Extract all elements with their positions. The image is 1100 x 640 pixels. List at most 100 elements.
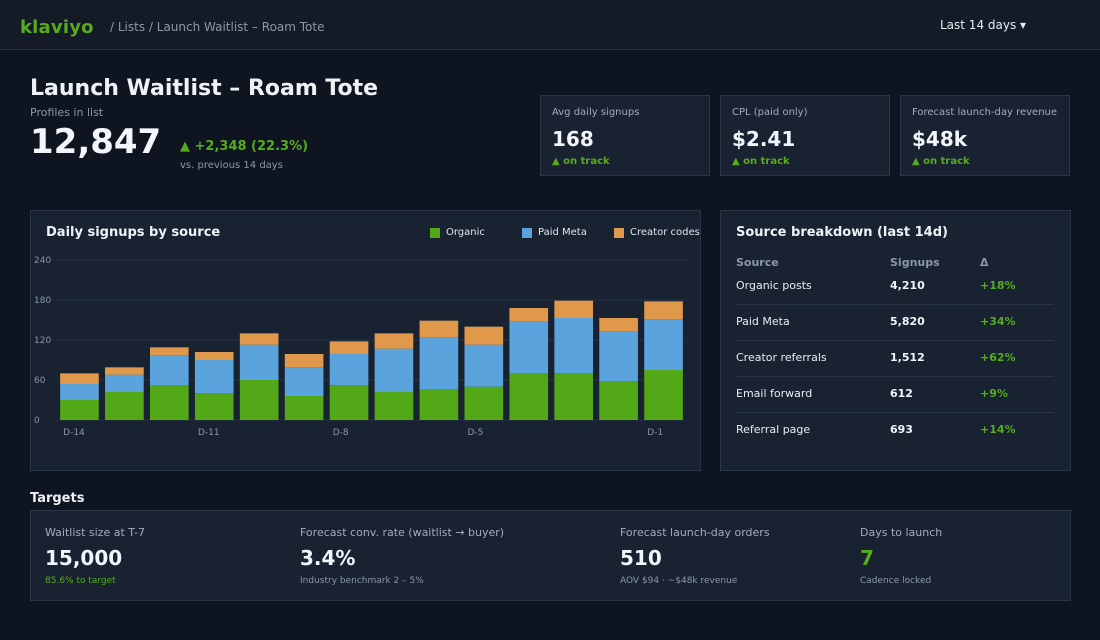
row-delta: +34% bbox=[980, 315, 1016, 328]
target-note: Industry benchmark 2 – 5% bbox=[300, 576, 424, 586]
target-note: Cadence locked bbox=[860, 576, 932, 586]
row-signups: 612 bbox=[890, 387, 913, 400]
target-label: Forecast conv. rate (waitlist → buyer) bbox=[300, 526, 505, 539]
bar-organic bbox=[284, 396, 324, 420]
bar-organic bbox=[329, 385, 369, 420]
bar-paid-meta bbox=[599, 331, 638, 382]
bar-paid-meta bbox=[150, 355, 189, 386]
column-header-source[interactable]: Source bbox=[736, 256, 779, 269]
legend-label-paid-meta: Paid Meta bbox=[538, 227, 587, 238]
kpi-status: ▲ on track bbox=[552, 156, 610, 167]
bar-creator-codes bbox=[150, 347, 189, 356]
breadcrumb[interactable]: / Lists / Launch Waitlist – Roam Tote bbox=[110, 20, 325, 34]
y-tick-label: 0 bbox=[34, 416, 40, 426]
date-range-dropdown[interactable]: Last 14 days ▾ bbox=[940, 18, 1026, 32]
bar-creator-codes bbox=[60, 373, 99, 384]
target-label: Forecast launch-day orders bbox=[620, 526, 770, 539]
page-title: Launch Waitlist – Roam Tote bbox=[30, 76, 379, 101]
row-delta: +62% bbox=[980, 351, 1016, 364]
profiles-count: 12,847 bbox=[30, 122, 162, 162]
profiles-label: Profiles in list bbox=[30, 106, 104, 119]
bar-organic bbox=[239, 380, 279, 420]
row-delta: +14% bbox=[980, 423, 1016, 436]
bar-creator-codes bbox=[284, 354, 324, 368]
profiles-delta: ▲ +2,348 (22.3%) bbox=[180, 139, 309, 154]
bar-organic bbox=[644, 370, 683, 420]
row-delta: +18% bbox=[980, 279, 1016, 292]
target-value: 15,000 bbox=[45, 546, 123, 570]
row-signups: 1,512 bbox=[890, 351, 925, 364]
y-tick-label: 180 bbox=[34, 296, 51, 306]
bar-paid-meta bbox=[509, 321, 549, 374]
row-source: Paid Meta bbox=[736, 315, 790, 328]
bar-creator-codes bbox=[374, 333, 414, 349]
bar-paid-meta bbox=[644, 319, 683, 370]
bar-creator-codes bbox=[194, 352, 234, 360]
bar-creator-codes bbox=[239, 333, 279, 345]
bar-organic bbox=[374, 392, 414, 420]
row-signups: 5,820 bbox=[890, 315, 925, 328]
target-progress-note: 85.6% to target bbox=[45, 576, 116, 586]
x-tick-label: D-1 bbox=[647, 428, 663, 438]
y-tick-label: 60 bbox=[34, 376, 46, 386]
target-label: Days to launch bbox=[860, 526, 943, 539]
breakdown-title: Source breakdown (last 14d) bbox=[736, 225, 948, 240]
row-source: Email forward bbox=[736, 387, 813, 400]
legend-label-organic: Organic bbox=[446, 227, 485, 238]
bar-organic bbox=[150, 385, 189, 420]
table-row[interactable]: Email forward 612 +9% bbox=[736, 377, 1054, 413]
bar-paid-meta bbox=[60, 384, 99, 400]
kpi-card-avg-daily-signups: Avg daily signups 168 ▲ on track bbox=[540, 95, 710, 176]
target-value: 3.4% bbox=[300, 546, 356, 570]
bar-paid-meta bbox=[329, 354, 369, 386]
signups-bar-chart: 0 60 120 180 240 D-14 D-11 D-8 D-5 D-1 bbox=[34, 256, 686, 438]
bar-organic bbox=[60, 400, 99, 420]
legend-swatch-creator-codes bbox=[614, 228, 624, 238]
profiles-delta-note: vs. previous 14 days bbox=[180, 160, 283, 171]
y-tick-label: 120 bbox=[34, 336, 51, 346]
table-row[interactable]: Referral page 693 +14% bbox=[736, 413, 1054, 449]
table-row[interactable]: Organic posts 4,210 +18% bbox=[736, 269, 1054, 305]
bar-paid-meta bbox=[105, 374, 144, 392]
x-tick-label: D-14 bbox=[63, 428, 85, 438]
kpi-label: Forecast launch-day revenue bbox=[912, 107, 1058, 118]
table-row[interactable]: Creator referrals 1,512 +62% bbox=[736, 341, 1054, 377]
bar-paid-meta bbox=[374, 348, 414, 392]
bar-creator-codes bbox=[509, 308, 549, 322]
row-source: Creator referrals bbox=[736, 351, 827, 364]
kpi-value: $2.41 bbox=[732, 127, 796, 151]
bar-organic bbox=[419, 389, 459, 420]
legend-label-creator-codes: Creator codes bbox=[630, 227, 700, 238]
x-tick-label: D-5 bbox=[468, 428, 484, 438]
bar-paid-meta bbox=[194, 360, 234, 394]
column-header-delta[interactable]: Δ bbox=[980, 256, 989, 269]
column-header-signups[interactable]: Signups bbox=[890, 256, 940, 269]
row-signups: 4,210 bbox=[890, 279, 925, 292]
kpi-card-forecast-revenue: Forecast launch-day revenue $48k ▲ on tr… bbox=[900, 95, 1070, 176]
bar-creator-codes bbox=[644, 301, 683, 320]
bar-creator-codes bbox=[419, 320, 459, 338]
target-note: AOV $94 · ~$48k revenue bbox=[620, 576, 738, 586]
kpi-status: ▲ on track bbox=[732, 156, 790, 167]
bar-paid-meta bbox=[239, 344, 279, 380]
row-delta: +9% bbox=[980, 387, 1008, 400]
bar-paid-meta bbox=[419, 337, 459, 390]
kpi-status: ▲ on track bbox=[912, 156, 970, 167]
bar-creator-codes bbox=[329, 341, 369, 354]
kpi-label: Avg daily signups bbox=[552, 107, 640, 118]
kpi-card-cpl: CPL (paid only) $2.41 ▲ on track bbox=[720, 95, 890, 176]
table-row[interactable]: Paid Meta 5,820 +34% bbox=[736, 305, 1054, 341]
legend-swatch-paid-meta bbox=[522, 228, 532, 238]
row-source: Organic posts bbox=[736, 279, 812, 292]
bar-paid-meta bbox=[464, 344, 504, 387]
kpi-value: 168 bbox=[552, 127, 594, 151]
target-label: Waitlist size at T-7 bbox=[45, 526, 145, 539]
target-value: 7 bbox=[860, 546, 874, 570]
app-logo[interactable]: klaviyo bbox=[20, 17, 94, 38]
bar-paid-meta bbox=[284, 367, 324, 396]
targets-title: Targets bbox=[30, 491, 85, 506]
target-value: 510 bbox=[620, 546, 662, 570]
bar-creator-codes bbox=[554, 300, 593, 318]
bar-creator-codes bbox=[599, 318, 638, 332]
bar-organic bbox=[194, 393, 234, 420]
